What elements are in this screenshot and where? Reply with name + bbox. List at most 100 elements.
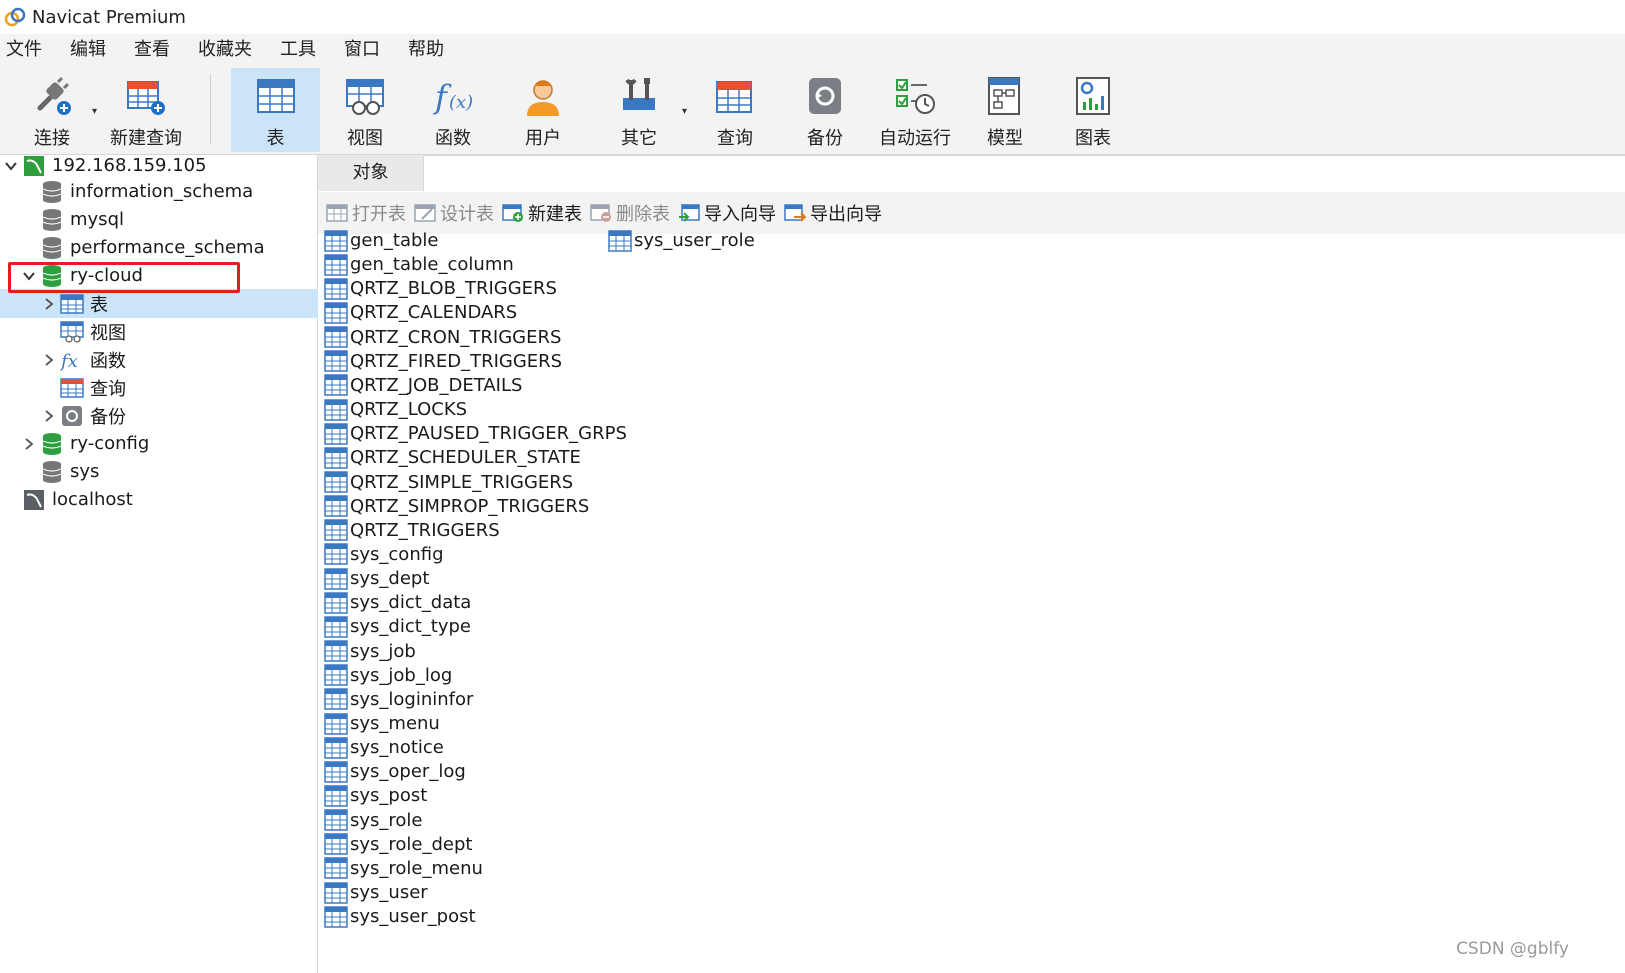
chevron-right-icon[interactable]: [42, 353, 56, 367]
function-button[interactable]: f (x) 函数: [410, 68, 496, 152]
main-toolbar: 连接 ▾ 新建查询 表 视图 f (x) 函数 用户 其它 ▾ 查询 备份 自动…: [0, 66, 1625, 155]
other-dropdown-icon[interactable]: ▾: [682, 106, 687, 117]
table-list-item[interactable]: sys_logininfor: [324, 687, 473, 712]
table-list-item[interactable]: gen_table_column: [324, 252, 514, 277]
query-button[interactable]: 查询: [692, 68, 778, 152]
table-list-item[interactable]: sys_user: [324, 880, 428, 905]
table-name: QRTZ_FIRED_TRIGGERS: [350, 350, 563, 372]
import-wizard-button[interactable]: 导入向导: [678, 200, 776, 226]
object-action-bar: 打开表 设计表 新建表 删除表 导入向导 导出向导: [318, 192, 1625, 234]
table-list-item[interactable]: QRTZ_SIMPLE_TRIGGERS: [324, 470, 573, 495]
tree-item-views[interactable]: 视图: [0, 317, 318, 346]
table-icon: [324, 326, 348, 348]
table-list-item[interactable]: QRTZ_CRON_TRIGGERS: [324, 325, 561, 350]
table-list-item[interactable]: sys_role_dept: [324, 832, 472, 857]
view-button[interactable]: 视图: [322, 68, 408, 152]
connect-button[interactable]: 连接: [12, 68, 92, 152]
tree-item-sys[interactable]: sys: [0, 457, 318, 486]
table-button[interactable]: 表: [231, 68, 320, 152]
table-list-item[interactable]: sys_menu: [324, 711, 440, 736]
tree-item-information-schema[interactable]: information_schema: [0, 177, 318, 206]
auto-run-button[interactable]: 自动运行: [870, 68, 960, 152]
tree-item-tables[interactable]: 表: [0, 289, 318, 318]
table-list-item[interactable]: sys_oper_log: [324, 759, 466, 784]
table-list-item[interactable]: sys_dict_type: [324, 614, 471, 639]
new-query-button[interactable]: 新建查询: [104, 68, 188, 152]
table-name: QRTZ_SIMPLE_TRIGGERS: [350, 471, 574, 493]
table-list-item[interactable]: gen_table: [324, 228, 439, 253]
design-table-button[interactable]: 设计表: [414, 200, 494, 226]
mysql-connection-icon: [22, 154, 46, 178]
open-table-button[interactable]: 打开表: [326, 200, 406, 226]
tree-item-localhost[interactable]: localhost: [0, 485, 318, 514]
menu-view[interactable]: 查看: [120, 34, 184, 66]
tab-object[interactable]: 对象: [318, 155, 424, 191]
table-list-item[interactable]: sys_post: [324, 783, 427, 808]
table-list-item[interactable]: QRTZ_LOCKS: [324, 397, 467, 422]
table-list-item[interactable]: sys_user_role: [608, 228, 755, 253]
delete-table-button[interactable]: 删除表: [590, 200, 670, 226]
menu-window[interactable]: 窗口: [330, 34, 394, 66]
table-list-item[interactable]: sys_job_log: [324, 663, 452, 688]
function-fx-icon: f (x): [431, 74, 475, 118]
table-icon: [254, 74, 298, 118]
table-name: sys_oper_log: [350, 761, 466, 783]
table-list-item[interactable]: sys_user_post: [324, 904, 476, 929]
table-icon: [324, 543, 348, 566]
table-list-item[interactable]: sys_notice: [324, 735, 444, 760]
table-list-item[interactable]: sys_job: [324, 639, 416, 664]
tree-item-mysql[interactable]: mysql: [0, 205, 318, 234]
connect-dropdown-icon[interactable]: ▾: [92, 106, 97, 117]
table-list-item[interactable]: QRTZ_SIMPROP_TRIGGERS: [324, 494, 589, 519]
table-name: sys_job: [350, 640, 416, 662]
tree-item-performance-schema[interactable]: performance_schema: [0, 233, 318, 262]
chevron-right-icon[interactable]: [22, 437, 36, 451]
table-list-item[interactable]: QRTZ_BLOB_TRIGGERS: [324, 276, 557, 301]
tree-item-backups[interactable]: 备份: [0, 401, 318, 430]
menu-file[interactable]: 文件: [0, 34, 56, 66]
table-name: sys_user_post: [350, 906, 476, 928]
view-icon: [60, 320, 84, 344]
table-list-item[interactable]: sys_dict_data: [324, 590, 471, 615]
svg-text:(x): (x): [449, 92, 473, 113]
table-list-item[interactable]: sys_role_menu: [324, 856, 483, 881]
menu-edit[interactable]: 编辑: [56, 34, 120, 66]
backup-button[interactable]: 备份: [782, 68, 868, 152]
table-icon: [324, 592, 348, 614]
table-icon: [608, 229, 632, 252]
user-button[interactable]: 用户: [500, 68, 586, 152]
table-name: QRTZ_CALENDARS: [350, 302, 518, 324]
table-icon: [324, 881, 348, 904]
model-button[interactable]: 模型: [962, 68, 1048, 152]
tree-item-queries[interactable]: 查询: [0, 373, 318, 402]
table-name: sys_user_role: [634, 230, 755, 251]
table-icon: [324, 350, 348, 372]
new-table-button[interactable]: 新建表: [502, 200, 582, 226]
tree-item-ry-config[interactable]: ry-config: [0, 429, 318, 458]
chart-button[interactable]: 图表: [1050, 68, 1136, 152]
table-name: sys_config: [350, 543, 444, 565]
other-button[interactable]: 其它: [596, 68, 682, 152]
table-list-item[interactable]: QRTZ_PAUSED_TRIGGER_GRPS: [324, 421, 627, 446]
table-list-item[interactable]: QRTZ_JOB_DETAILS: [324, 373, 522, 398]
table-list-item[interactable]: QRTZ_TRIGGERS: [324, 518, 500, 543]
tree-item-connection[interactable]: 192.168.159.105: [0, 151, 318, 180]
chevron-right-icon[interactable]: [42, 409, 56, 423]
table-name: sys_dept: [350, 568, 430, 590]
table-list-item[interactable]: sys_dept: [324, 566, 429, 591]
tree-item-functions[interactable]: fx 函数: [0, 345, 318, 374]
view-icon: [343, 74, 387, 118]
table-list-item[interactable]: QRTZ_CALENDARS: [324, 300, 517, 325]
menu-bar: 文件 编辑 查看 收藏夹 工具 窗口 帮助: [0, 34, 1625, 66]
menu-help[interactable]: 帮助: [394, 34, 458, 66]
menu-favorites[interactable]: 收藏夹: [184, 34, 266, 66]
table-name: sys_role_menu: [350, 857, 483, 879]
menu-tools[interactable]: 工具: [266, 34, 330, 66]
chevron-down-icon[interactable]: [4, 159, 18, 173]
table-list-item[interactable]: sys_config: [324, 542, 444, 567]
table-list-item[interactable]: sys_role: [324, 808, 423, 833]
table-list-item[interactable]: QRTZ_SCHEDULER_STATE: [324, 445, 581, 470]
chevron-right-icon[interactable]: [42, 297, 56, 311]
export-wizard-button[interactable]: 导出向导: [784, 200, 882, 226]
table-list-item[interactable]: QRTZ_FIRED_TRIGGERS: [324, 349, 562, 374]
